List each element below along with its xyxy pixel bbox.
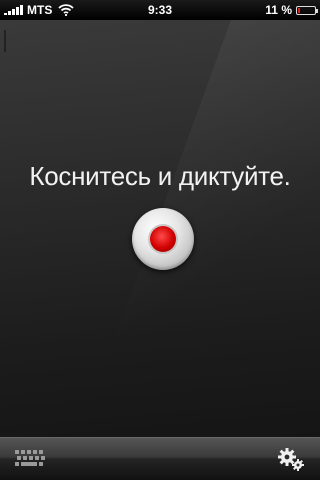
bottom-toolbar [0,437,320,480]
battery-percent: 11 % [265,3,292,17]
status-right: 11 % [265,3,318,17]
edge-mark [4,30,6,52]
dictation-prompt: Коснитесь и диктуйте. [29,161,291,191]
keyboard-icon[interactable] [14,449,48,469]
dictation-panel: Коснитесь и диктуйте. [0,20,320,437]
battery-fill [298,7,300,13]
battery-icon [296,5,318,15]
record-icon [150,226,176,252]
status-bar: MTS 9:33 11 % [0,0,320,20]
record-button[interactable] [132,208,194,270]
gears-icon[interactable] [276,446,306,472]
